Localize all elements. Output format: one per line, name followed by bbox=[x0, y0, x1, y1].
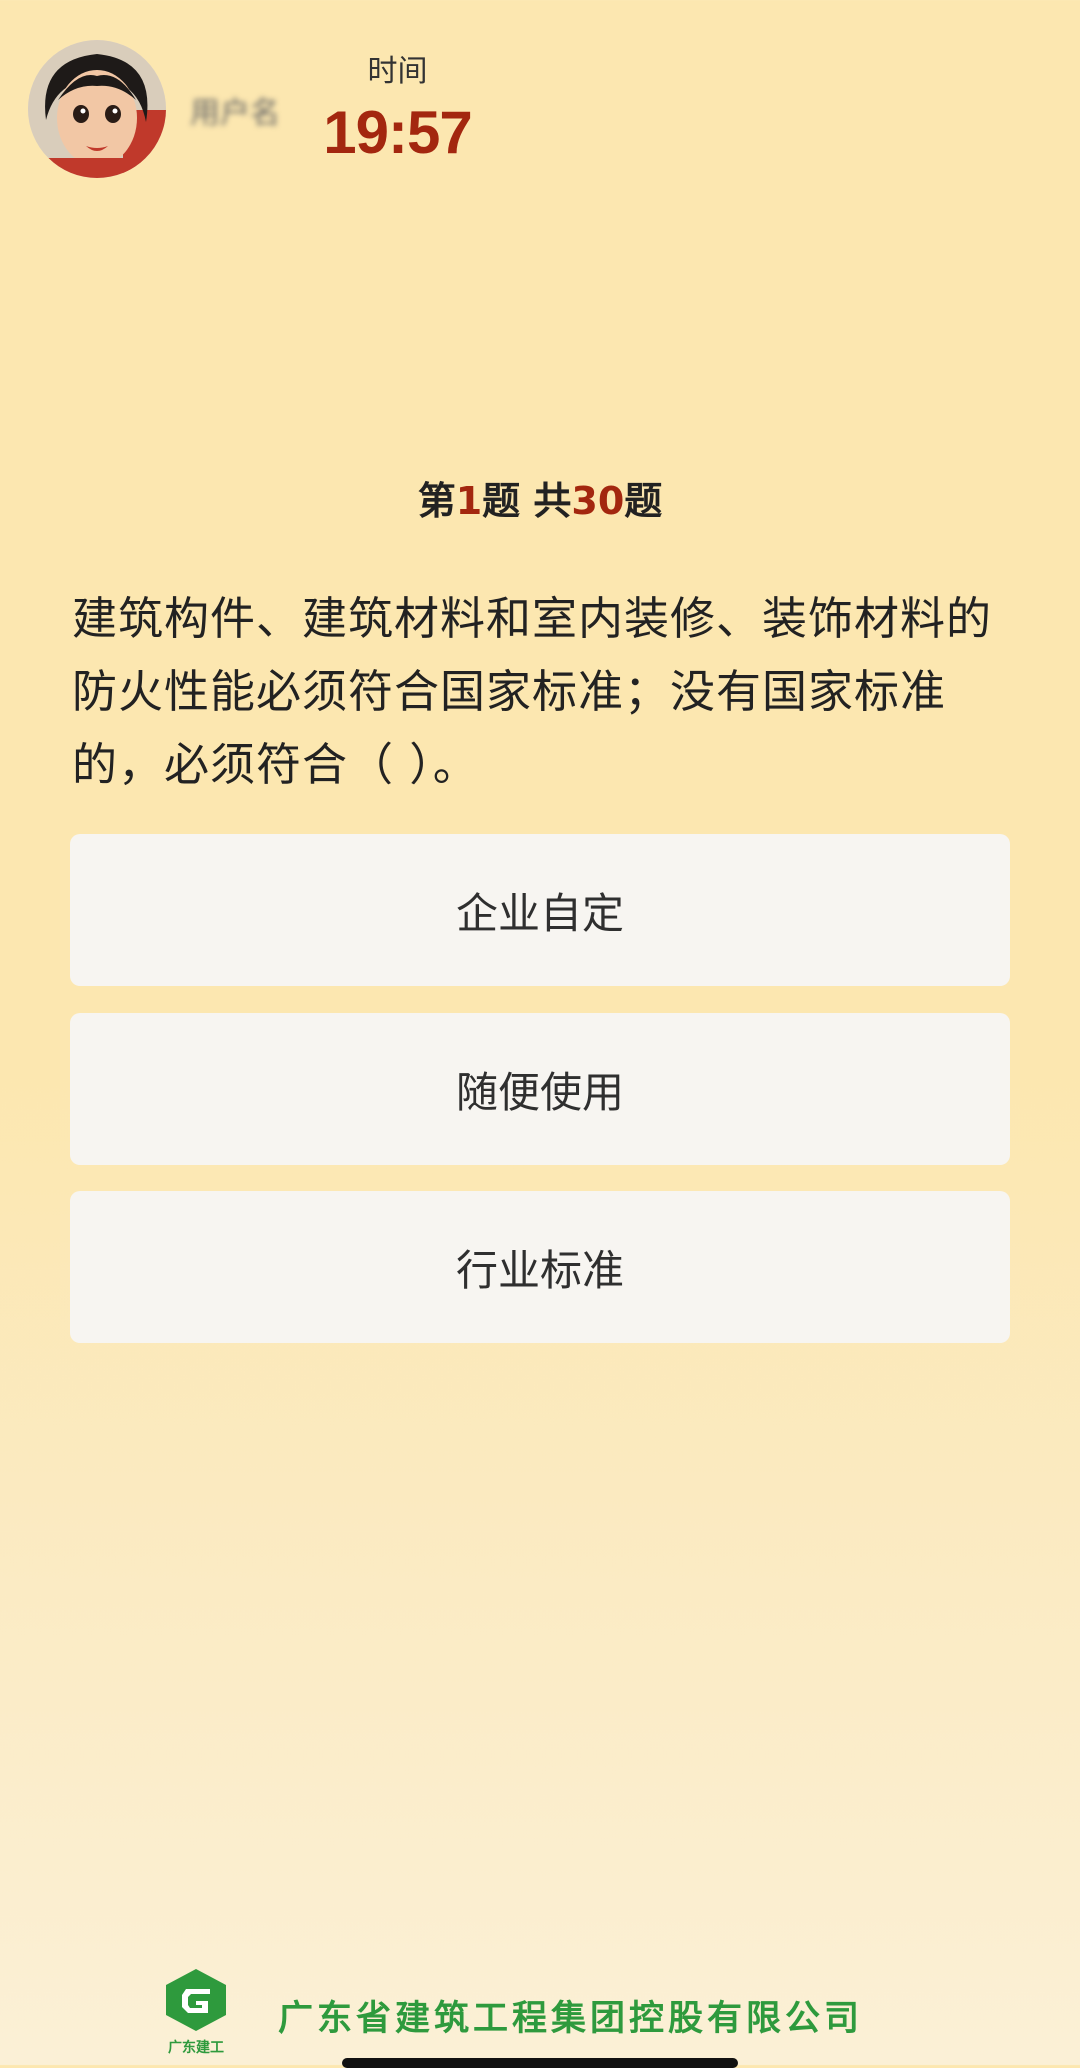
avatar-image bbox=[28, 40, 166, 178]
option-button[interactable]: 随便使用 bbox=[70, 1013, 1010, 1165]
g-logo-icon bbox=[166, 1969, 226, 2031]
username: 用户名 bbox=[190, 96, 280, 128]
progress-prefix: 第 bbox=[417, 479, 456, 523]
option-label: 企业自定 bbox=[455, 888, 624, 938]
question-text: 建筑构件、建筑材料和室内装修、装饰材料的防火性能必须符合国家标准；没有国家标准的… bbox=[72, 592, 993, 791]
option-label: 随便使用 bbox=[455, 1067, 624, 1117]
progress-suffix: 题 bbox=[624, 479, 663, 523]
timer-label: 时间 bbox=[367, 54, 428, 89]
option-button[interactable]: 企业自定 bbox=[70, 834, 1010, 986]
option-button[interactable]: 行业标准 bbox=[70, 1191, 1010, 1343]
company-name: 广东省建筑工程集团控股有限公司 bbox=[278, 1999, 864, 2039]
progress-middle: 题 共 bbox=[482, 479, 572, 523]
logo-caption: 广东建工 bbox=[168, 2040, 224, 2056]
home-indicator[interactable] bbox=[342, 2058, 738, 2068]
company-logo: 广东建工 bbox=[160, 1965, 232, 2057]
progress-current: 1 bbox=[455, 479, 483, 523]
user-avatar[interactable] bbox=[28, 40, 166, 178]
timer-value: 19:57 bbox=[323, 99, 472, 166]
option-label: 行业标准 bbox=[455, 1245, 624, 1295]
progress-total: 30 bbox=[571, 479, 625, 523]
question-progress: 第1题 共30题 bbox=[0, 470, 1080, 525]
